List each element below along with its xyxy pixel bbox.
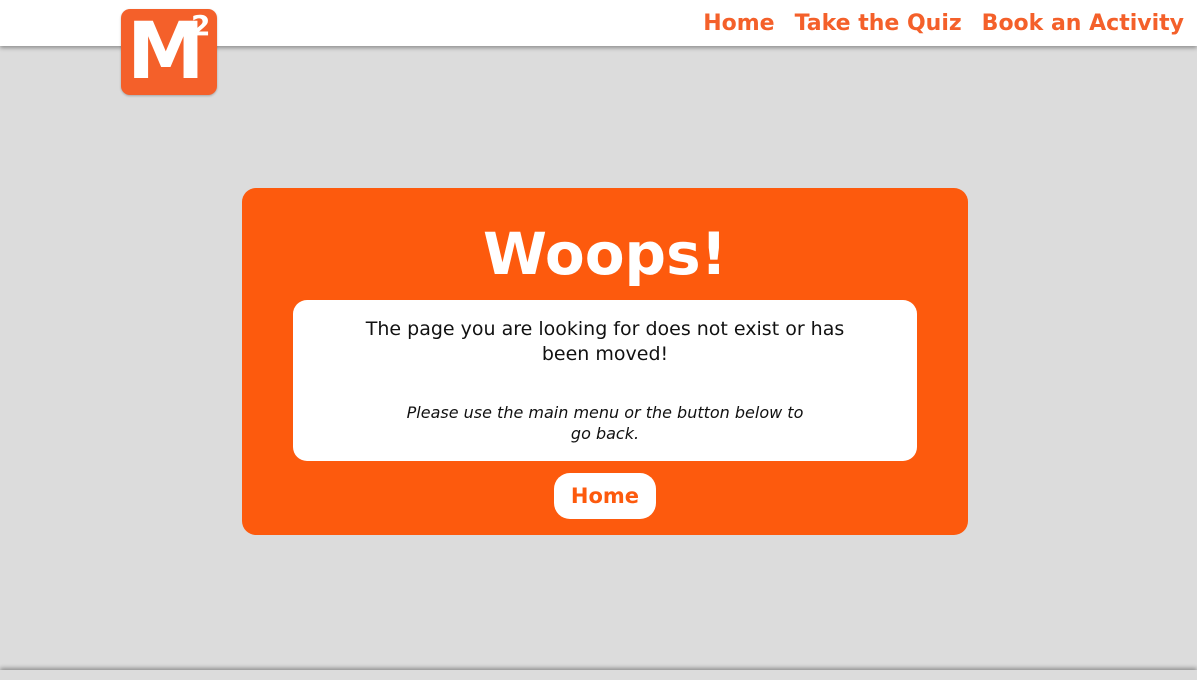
- home-button[interactable]: Home: [554, 473, 656, 519]
- nav-link-take-the-quiz[interactable]: Take the Quiz: [795, 11, 962, 36]
- error-title: Woops!: [482, 220, 728, 288]
- nav-link-home[interactable]: Home: [703, 11, 774, 36]
- error-message: The page you are looking for does not ex…: [365, 318, 845, 365]
- main-menu: Home Take the Quiz Book an Activity: [703, 0, 1184, 46]
- site-logo[interactable]: M 2: [121, 9, 217, 95]
- footer-divider: [0, 670, 1197, 680]
- logo-superscript: 2: [191, 9, 211, 42]
- error-hint: Please use the main menu or the button b…: [406, 403, 804, 443]
- error-message-box: The page you are looking for does not ex…: [293, 300, 917, 461]
- nav-link-book-an-activity[interactable]: Book an Activity: [982, 11, 1184, 36]
